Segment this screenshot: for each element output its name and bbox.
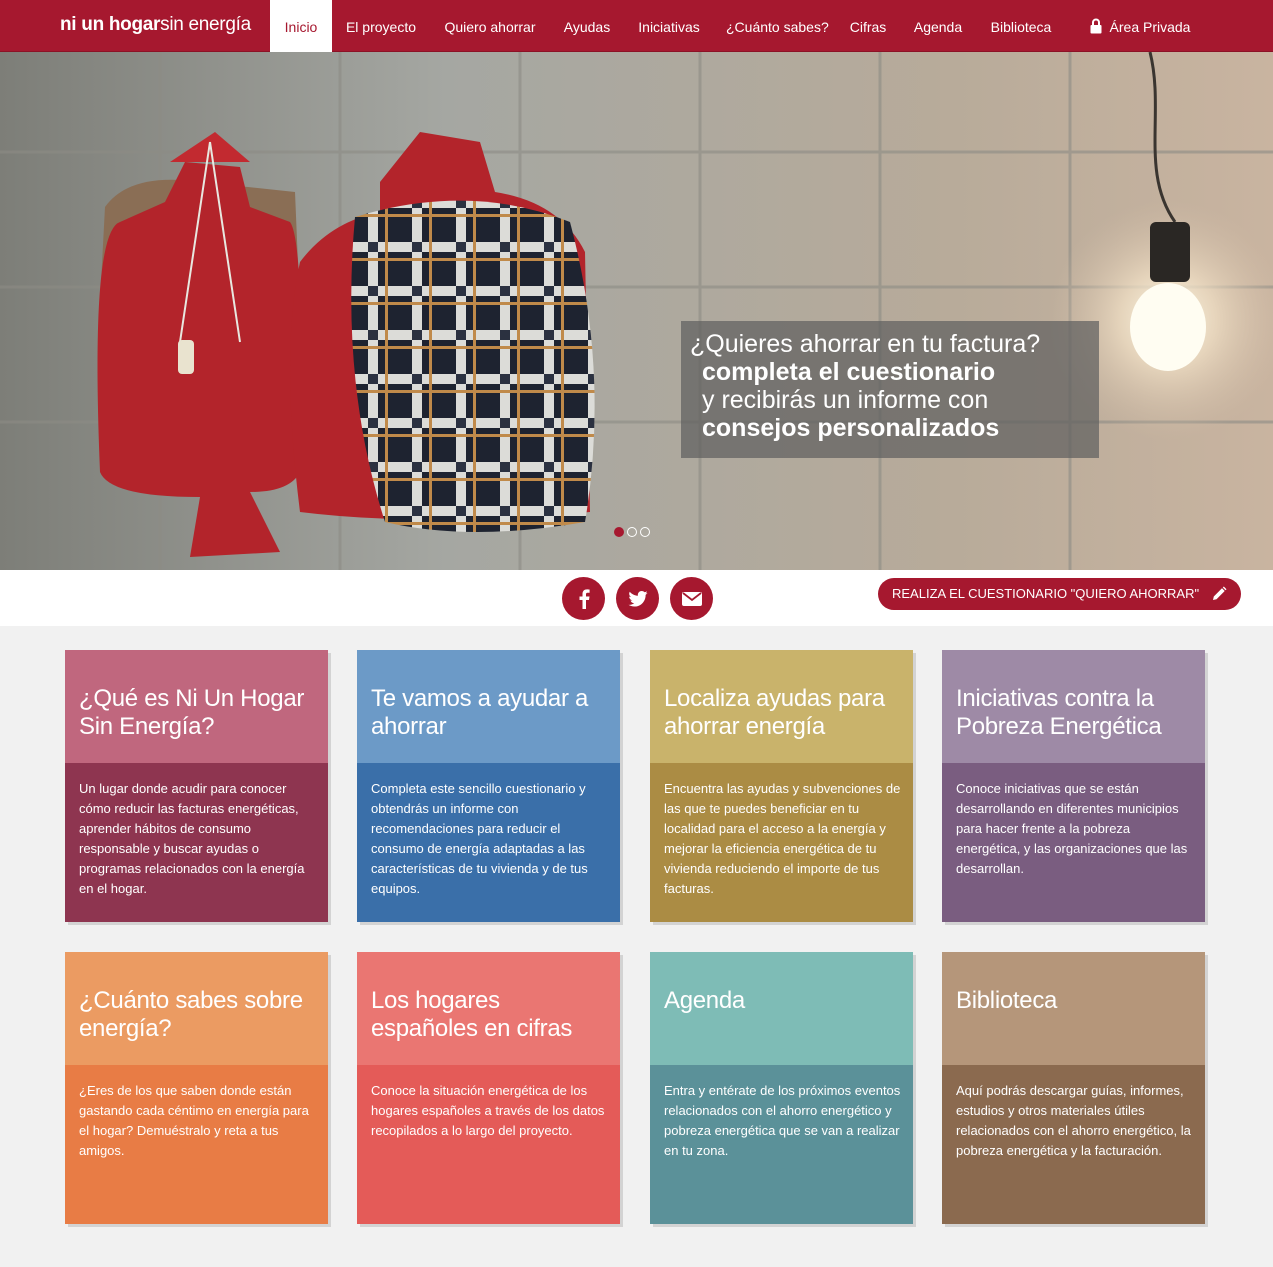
card-title: ¿Cuánto sabes sobre energía? — [65, 952, 328, 1065]
nav-quiero-ahorrar[interactable]: Quiero ahorrar — [443, 0, 537, 52]
card-text: Completa este sencillo cuestionario y ob… — [357, 763, 620, 922]
card-text: ¿Eres de los que saben donde están gasta… — [65, 1065, 328, 1224]
nav-iniciativas[interactable]: Iniciativas — [637, 0, 701, 52]
twitter-icon — [627, 590, 648, 607]
site-logo[interactable]: ni un hogarsin energía — [60, 14, 251, 36]
card-ayudas[interactable]: Localiza ayudas para ahorrar energía Enc… — [650, 650, 913, 922]
envelope-icon — [681, 591, 702, 606]
logo-light-text: sin energía — [160, 14, 251, 35]
nav-ayudas[interactable]: Ayudas — [563, 0, 611, 52]
slider-dot-2[interactable] — [627, 527, 637, 537]
card-title: Agenda — [650, 952, 913, 1065]
hero-line-2: completa el cuestionario — [702, 358, 996, 386]
facebook-button[interactable] — [562, 577, 605, 620]
lock-icon — [1090, 18, 1102, 34]
share-bar: REALIZA EL CUESTIONARIO "QUIERO AHORRAR" — [0, 570, 1273, 626]
hero-line-4: consejos personalizados — [702, 414, 1000, 442]
top-navbar: ni un hogarsin energía Inicio El proyect… — [0, 0, 1273, 52]
card-biblioteca[interactable]: Biblioteca Aquí podrás descargar guías, … — [942, 952, 1205, 1224]
card-title: Localiza ayudas para ahorrar energía — [650, 650, 913, 763]
twitter-button[interactable] — [616, 577, 659, 620]
nav-area-privada[interactable]: Área Privada — [1088, 0, 1192, 52]
facebook-icon — [579, 588, 590, 609]
nav-el-proyecto[interactable]: El proyecto — [345, 0, 417, 52]
hero-caption[interactable]: ¿Quieres ahorrar en tu factura? completa… — [681, 321, 1099, 458]
card-title: Biblioteca — [942, 952, 1205, 1065]
nav-inicio[interactable]: Inicio — [270, 0, 332, 52]
slider-dot-1[interactable] — [614, 527, 624, 537]
cta-label: REALIZA EL CUESTIONARIO "QUIERO AHORRAR" — [892, 586, 1200, 601]
hero-line-3: y recibirás un informe con — [702, 386, 989, 414]
pencil-icon — [1213, 586, 1227, 600]
slider-dots — [614, 524, 653, 542]
nav-biblioteca[interactable]: Biblioteca — [989, 0, 1053, 52]
card-title: Los hogares españoles en cifras — [357, 952, 620, 1065]
card-text: Conoce la situación energética de los ho… — [357, 1065, 620, 1224]
hero-line-1: ¿Quieres ahorrar en tu factura? — [690, 330, 1041, 358]
card-text: Encuentra las ayudas y subvenciones de l… — [650, 763, 913, 922]
card-ahorrar[interactable]: Te vamos a ayudar a ahorrar Completa est… — [357, 650, 620, 922]
logo-bold-text: ni un hogar — [60, 14, 161, 35]
email-share-button[interactable] — [670, 577, 713, 620]
questionnaire-cta-button[interactable]: REALIZA EL CUESTIONARIO "QUIERO AHORRAR" — [878, 578, 1241, 610]
area-privada-label: Área Privada — [1109, 19, 1191, 35]
hero-photo — [0, 52, 1273, 570]
card-cuanto-sabes[interactable]: ¿Cuánto sabes sobre energía? ¿Eres de lo… — [65, 952, 328, 1224]
card-que-es[interactable]: ¿Qué es Ni Un Hogar Sin Energía? Un luga… — [65, 650, 328, 922]
card-text: Entra y entérate de los próximos eventos… — [650, 1065, 913, 1224]
card-title: Te vamos a ayudar a ahorrar — [357, 650, 620, 763]
card-title: ¿Qué es Ni Un Hogar Sin Energía? — [65, 650, 328, 763]
card-agenda[interactable]: Agenda Entra y entérate de los próximos … — [650, 952, 913, 1224]
nav-agenda[interactable]: Agenda — [913, 0, 963, 52]
card-text: Aquí podrás descargar guías, informes, e… — [942, 1065, 1205, 1224]
hero-slider[interactable]: ¿Quieres ahorrar en tu factura? completa… — [0, 52, 1273, 570]
card-cifras[interactable]: Los hogares españoles en cifras Conoce l… — [357, 952, 620, 1224]
slider-dot-3[interactable] — [640, 527, 650, 537]
card-text: Un lugar donde acudir para conocer cómo … — [65, 763, 328, 922]
nav-cifras[interactable]: Cifras — [848, 0, 888, 52]
card-text: Conoce iniciativas que se están desarrol… — [942, 763, 1205, 922]
card-iniciativas[interactable]: Iniciativas contra la Pobreza Energética… — [942, 650, 1205, 922]
card-title: Iniciativas contra la Pobreza Energética — [942, 650, 1205, 763]
nav-cuanto-sabes[interactable]: ¿Cuánto sabes? — [726, 0, 829, 52]
